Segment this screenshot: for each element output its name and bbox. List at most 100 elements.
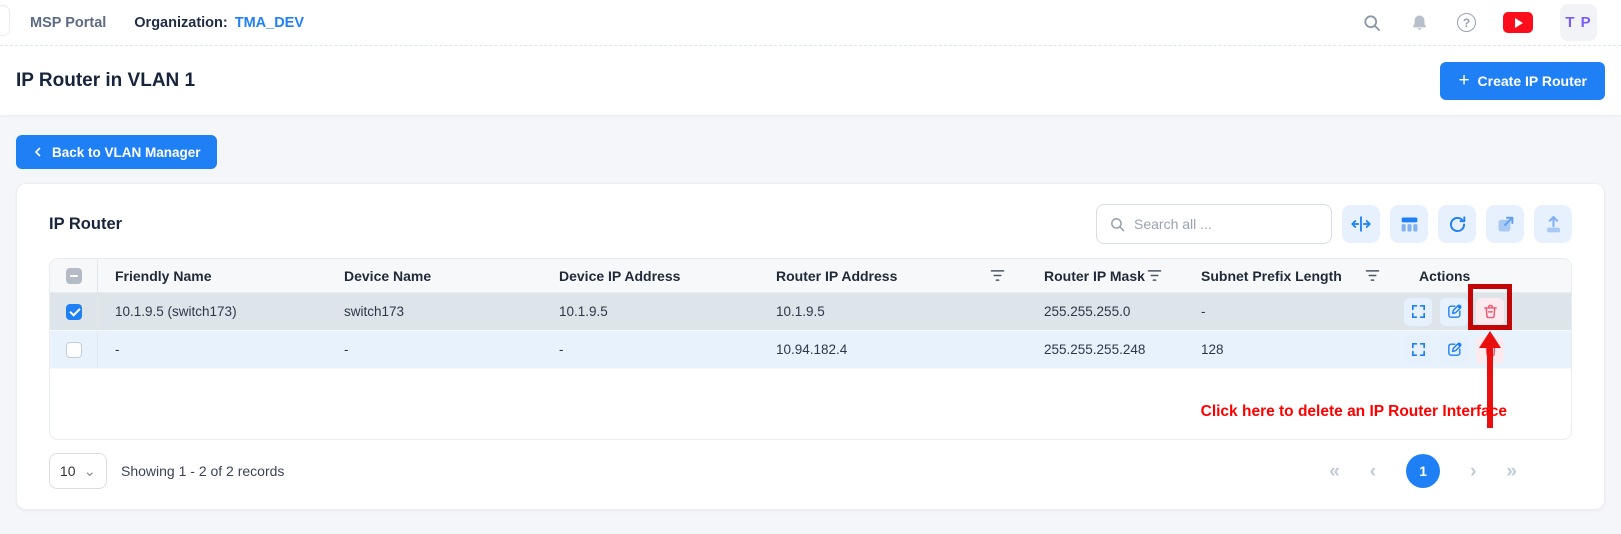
page-size-value: 10 [60,463,76,479]
table-row[interactable]: 10.1.9.5 (switch173) switch173 10.1.9.5 … [50,293,1571,331]
open-external-button[interactable] [1486,205,1524,243]
ip-router-panel: IP Router [16,183,1605,510]
chevron-left-icon [32,146,44,158]
filter-icon[interactable] [1147,269,1162,282]
select-all-checkbox[interactable] [66,268,82,284]
column-header-router-mask-label: Router IP Mask [1044,268,1145,284]
table-footer: 10 ⌄ Showing 1 - 2 of 2 records « ‹ 1 › … [49,453,1572,489]
search-box [1096,204,1332,244]
youtube-play-triangle [1515,18,1523,28]
actions-cell [1402,293,1571,330]
friendly-name-cell: - [98,331,327,368]
column-header-subnet-prefix: Subnet Prefix Length [1184,259,1402,292]
search-icon[interactable] [1361,12,1382,33]
back-to-vlan-manager-button[interactable]: Back to VLAN Manager [16,135,217,169]
page-content: Back to VLAN Manager IP Router [0,115,1621,510]
brand-label: MSP Portal [30,15,106,31]
header-checkbox-cell [50,259,98,292]
router-ip-cell: 10.1.9.5 [759,293,1027,330]
column-header-device-name: Device Name [327,259,542,292]
delete-row-button[interactable] [1476,336,1504,364]
plus-icon: + [1458,71,1469,90]
panel-title: IP Router [49,215,122,234]
showing-records-text: Showing 1 - 2 of 2 records [121,463,284,479]
row-checkbox-cell [50,331,98,368]
external-link-icon [1495,214,1516,235]
help-icon[interactable]: ? [1457,13,1476,32]
youtube-icon[interactable] [1503,12,1533,33]
chevron-down-icon: ⌄ [84,467,97,476]
subnet-prefix-cell: - [1184,293,1402,330]
device-ip-cell: - [542,331,759,368]
ip-router-table: Friendly Name Device Name Device IP Addr… [49,258,1572,440]
refresh-icon [1447,214,1468,235]
table-row[interactable]: - - - 10.94.182.4 255.255.255.248 128 [50,331,1571,369]
actions-cell [1402,331,1571,368]
help-glyph: ? [1463,16,1470,30]
pagination-last-icon[interactable]: » [1506,462,1517,481]
router-mask-cell: 255.255.255.248 [1027,331,1184,368]
column-header-actions: Actions [1402,259,1571,292]
page-header: IP Router in VLAN 1 + Create IP Router [0,46,1621,115]
column-header-router-ip-label: Router IP Address [776,268,897,284]
column-header-router-mask: Router IP Mask [1027,259,1184,292]
router-mask-cell: 255.255.255.0 [1027,293,1184,330]
edit-icon [1446,303,1463,320]
edit-icon [1446,341,1463,358]
organization-link[interactable]: TMA_DEV [235,15,304,31]
columns-button[interactable] [1390,205,1428,243]
expand-row-button[interactable] [1404,298,1432,326]
pagination-next-icon[interactable]: › [1470,462,1476,481]
row-checkbox[interactable] [66,342,82,358]
expand-icon [1410,303,1427,320]
filter-icon[interactable] [990,269,1005,282]
delete-row-button[interactable] [1476,298,1504,326]
router-ip-cell: 10.94.182.4 [759,331,1027,368]
column-header-friendly-name: Friendly Name [98,259,327,292]
pagination: « ‹ 1 › » [1329,454,1517,488]
upload-icon [1543,214,1564,235]
sidebar-edge [0,5,10,36]
create-ip-router-button[interactable]: + Create IP Router [1440,62,1605,100]
topbar-actions: ? T P [1361,4,1597,41]
device-name-cell: - [327,331,542,368]
edit-row-button[interactable] [1440,336,1468,364]
back-button-label: Back to VLAN Manager [52,145,201,160]
pagination-prev-icon[interactable]: ‹ [1370,462,1376,481]
column-resize-icon [1350,213,1372,235]
organization-label: Organization: [134,15,227,31]
page-size-select[interactable]: 10 ⌄ [49,453,107,489]
panel-toolbar [1096,204,1572,244]
column-resize-button[interactable] [1342,205,1380,243]
device-ip-cell: 10.1.9.5 [542,293,759,330]
expand-icon [1410,341,1427,358]
column-header-router-ip: Router IP Address [759,259,1027,292]
edit-row-button[interactable] [1440,298,1468,326]
subnet-prefix-cell: 128 [1184,331,1402,368]
pagination-first-icon[interactable]: « [1329,462,1340,481]
search-input[interactable] [1134,216,1319,232]
create-ip-router-label: Create IP Router [1478,73,1587,89]
avatar-initials: T P [1565,14,1591,31]
trash-icon [1482,341,1499,358]
column-header-subnet-prefix-label: Subnet Prefix Length [1201,268,1342,284]
panel-header: IP Router [49,204,1572,244]
device-name-cell: switch173 [327,293,542,330]
page-title: IP Router in VLAN 1 [16,70,195,92]
columns-icon [1399,214,1420,235]
pagination-current-page[interactable]: 1 [1406,454,1440,488]
user-avatar[interactable]: T P [1560,4,1597,41]
filter-icon[interactable] [1365,269,1380,282]
row-checkbox[interactable] [66,304,82,320]
table-header-row: Friendly Name Device Name Device IP Addr… [50,259,1571,293]
topbar: MSP Portal Organization: TMA_DEV ? T P [0,0,1621,46]
friendly-name-cell: 10.1.9.5 (switch173) [98,293,327,330]
export-button[interactable] [1534,205,1572,243]
column-header-device-ip: Device IP Address [542,259,759,292]
row-checkbox-cell [50,293,98,330]
trash-icon [1482,303,1499,320]
search-input-icon [1109,216,1126,233]
notifications-bell-icon[interactable] [1409,12,1430,33]
refresh-button[interactable] [1438,205,1476,243]
expand-row-button[interactable] [1404,336,1432,364]
